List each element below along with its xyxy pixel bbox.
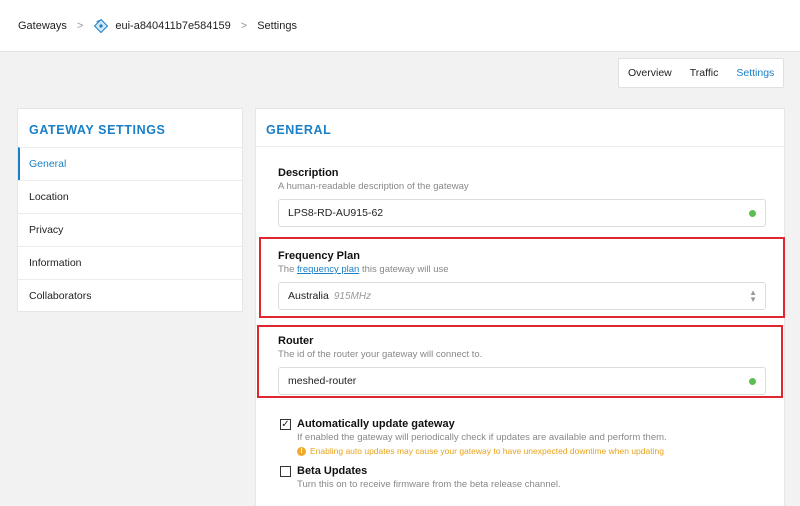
auto-update-warning: ! Enabling auto updates may cause your g… xyxy=(297,446,760,456)
beta-updates-label: Beta Updates xyxy=(297,465,368,477)
beta-updates-option: Beta Updates Turn this on to receive fir… xyxy=(280,465,760,490)
auto-update-help: If enabled the gateway will periodically… xyxy=(297,432,667,443)
tab-traffic[interactable]: Traffic xyxy=(681,59,728,87)
sidebar-item-general[interactable]: General xyxy=(18,147,242,180)
tab-bar: Overview Traffic Settings xyxy=(618,58,785,88)
warning-icon: ! xyxy=(297,446,306,456)
sidebar-item-location[interactable]: Location xyxy=(18,180,242,213)
panel-title: GENERAL xyxy=(256,109,784,147)
beta-updates-help: Turn this on to receive firmware from th… xyxy=(297,479,561,490)
breadcrumb: Gateways > eui-a840411b7e584159 > Settin… xyxy=(18,18,297,34)
auto-update-warning-text: Enabling auto updates may cause your gat… xyxy=(310,446,664,456)
chevron-right-icon: > xyxy=(76,20,84,32)
description-field: Description A human-readable description… xyxy=(278,167,766,227)
auto-update-option: ✓ Automatically update gateway If enable… xyxy=(280,418,760,456)
tab-settings[interactable]: Settings xyxy=(727,59,783,87)
breadcrumb-gateway-id-link[interactable]: eui-a840411b7e584159 xyxy=(115,20,230,32)
top-bar: Gateways > eui-a840411b7e584159 > Settin… xyxy=(0,0,800,52)
description-input[interactable]: LPS8-RD-AU915-62 xyxy=(278,199,766,227)
sidebar-item-information[interactable]: Information xyxy=(18,246,242,279)
router-highlight xyxy=(257,325,783,398)
chevron-right-icon: > xyxy=(240,20,248,32)
tab-overview[interactable]: Overview xyxy=(619,59,681,87)
valid-status-icon xyxy=(749,210,756,217)
sidebar-title: GATEWAY SETTINGS xyxy=(29,123,166,137)
breadcrumb-current: Settings xyxy=(257,20,297,32)
sidebar-item-collaborators[interactable]: Collaborators xyxy=(18,279,242,312)
settings-sidebar: GATEWAY SETTINGS General Location Privac… xyxy=(17,108,243,312)
description-help: A human-readable description of the gate… xyxy=(278,181,469,192)
description-label: Description xyxy=(278,167,339,179)
breadcrumb-gateways-link[interactable]: Gateways xyxy=(18,20,67,32)
auto-update-label: Automatically update gateway xyxy=(297,418,455,430)
description-value: LPS8-RD-AU915-62 xyxy=(288,207,384,219)
frequency-plan-highlight xyxy=(259,237,785,318)
sidebar-item-privacy[interactable]: Privacy xyxy=(18,213,242,246)
gateway-icon xyxy=(93,18,109,34)
beta-updates-checkbox[interactable] xyxy=(280,466,291,477)
auto-update-checkbox[interactable]: ✓ xyxy=(280,419,291,430)
